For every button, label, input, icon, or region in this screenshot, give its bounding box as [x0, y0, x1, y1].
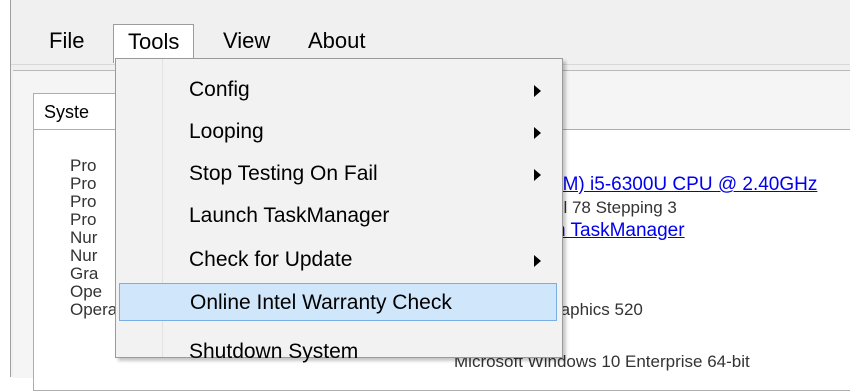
processor-name-link[interactable]: TM) i5-6300U CPU @ 2.40GHz	[551, 174, 817, 196]
submenu-arrow-icon	[534, 169, 541, 181]
menu-file[interactable]: File	[35, 24, 98, 58]
menu-item-launch-taskmanager[interactable]: Launch TaskManager	[119, 197, 557, 235]
processor-model-value: el 78 Stepping 3	[554, 198, 677, 217]
prop-label: Pro	[70, 192, 97, 211]
menu-item-label: Stop Testing On Fail	[189, 162, 378, 185]
app-window: File Tools View About Syste Pro Pro Pro …	[10, 0, 850, 391]
menu-view[interactable]: View	[209, 24, 284, 58]
menu-item-label: Looping	[189, 120, 264, 143]
tools-dropdown-menu: Config Looping Stop Testing On Fail Laun…	[115, 58, 563, 363]
menu-item-check-for-update[interactable]: Check for Update	[119, 241, 557, 279]
menu-item-label: Config	[189, 78, 250, 101]
menu-item-online-intel-warranty-check[interactable]: Online Intel Warranty Check	[119, 283, 557, 321]
prop-label: Nur	[70, 246, 98, 265]
menu-item-label: Online Intel Warranty Check	[190, 291, 452, 314]
menu-item-config[interactable]: Config	[119, 71, 557, 109]
submenu-arrow-icon	[534, 255, 541, 267]
prop-label: Gra	[70, 264, 99, 283]
menu-item-label: Check for Update	[189, 248, 353, 271]
prop-label: Nur	[70, 228, 98, 247]
launch-taskmanager-link[interactable]: h TaskManager	[555, 220, 685, 242]
prop-label: Pro	[70, 174, 97, 193]
menu-item-label: Shutdown System	[189, 340, 359, 363]
graphics-value: raphics 520	[555, 300, 643, 319]
prop-label: Pro	[70, 210, 97, 229]
menu-about[interactable]: About	[294, 24, 380, 58]
menu-item-looping[interactable]: Looping	[119, 113, 557, 151]
prop-label: Ope	[70, 282, 103, 301]
menu-item-label: Launch TaskManager	[189, 204, 390, 227]
prop-label: Pro	[70, 156, 97, 175]
submenu-arrow-icon	[534, 127, 541, 139]
menu-item-stop-testing-on-fail[interactable]: Stop Testing On Fail	[119, 155, 557, 193]
menu-item-shutdown-system[interactable]: Shutdown System	[119, 333, 557, 371]
submenu-arrow-icon	[534, 85, 541, 97]
